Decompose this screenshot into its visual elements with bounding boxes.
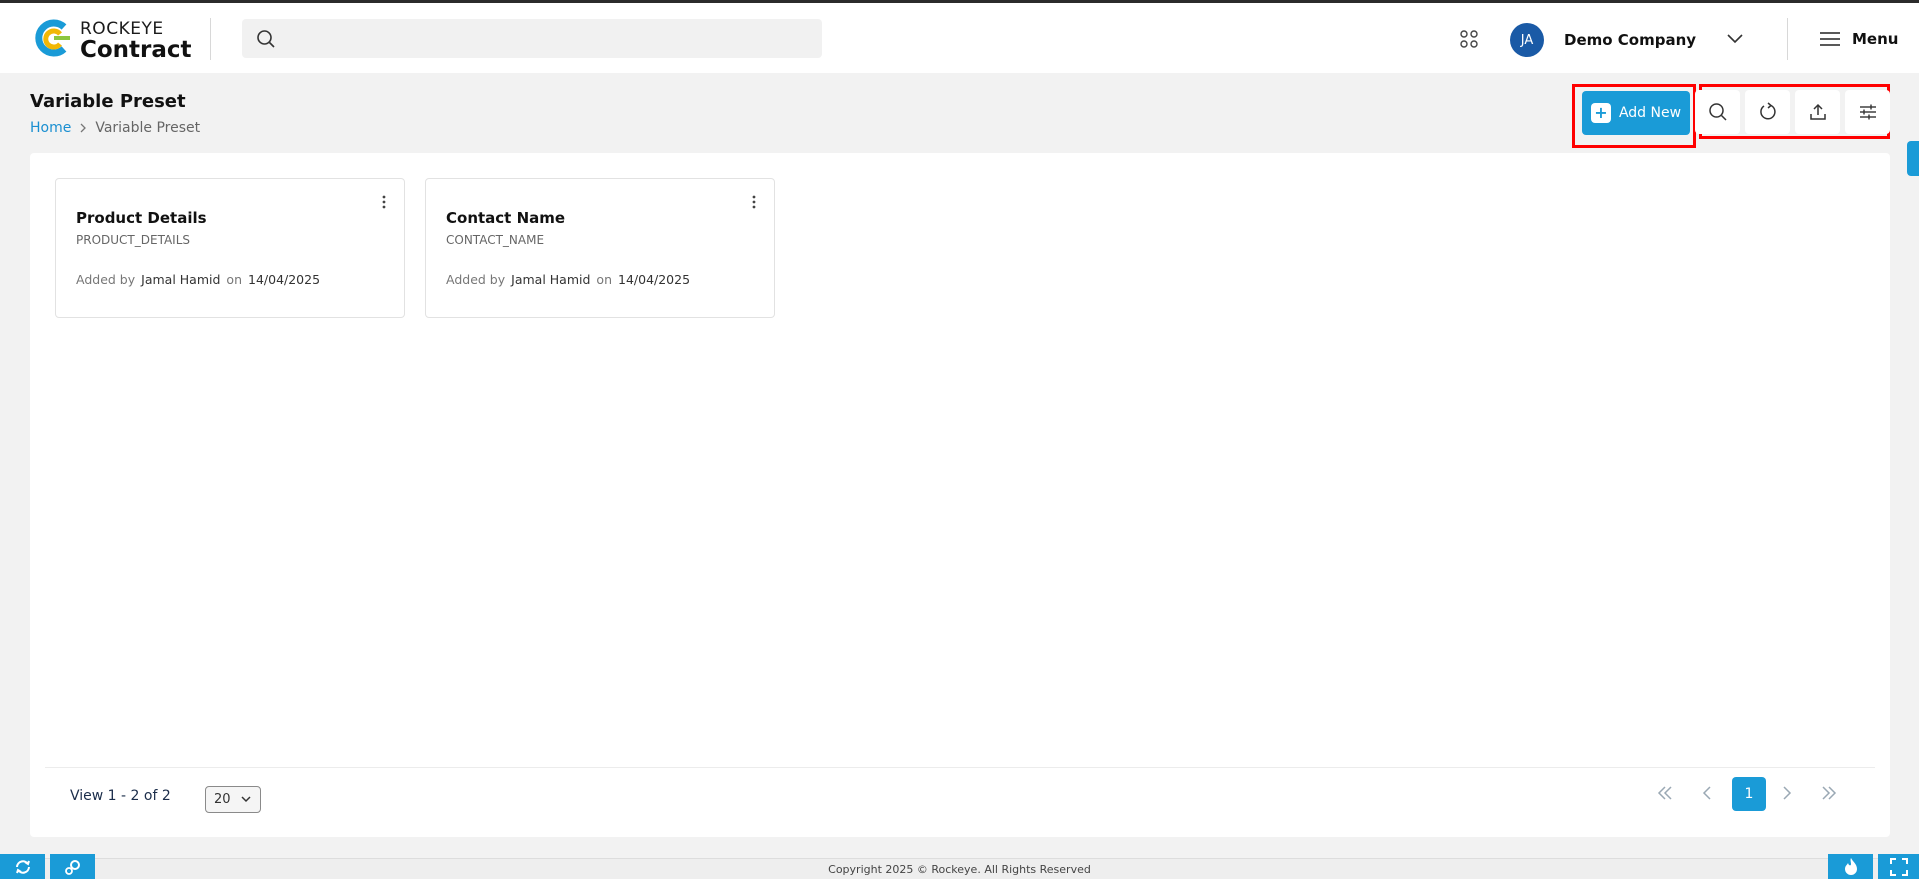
content-panel: Product Details PRODUCT_DETAILS Added by… bbox=[30, 153, 1890, 837]
gear-icon bbox=[64, 859, 80, 875]
card-key: PRODUCT_DETAILS bbox=[76, 233, 191, 247]
brand-name-top: ROCKEYE bbox=[80, 19, 164, 39]
chevron-right-icon bbox=[80, 123, 87, 133]
search-icon bbox=[257, 30, 275, 48]
card-title: Contact Name bbox=[446, 209, 566, 227]
card-title: Product Details bbox=[76, 209, 207, 227]
copyright-text: Copyright 2025 © Rockeye. All Rights Res… bbox=[828, 863, 1091, 876]
page-number-button[interactable]: 1 bbox=[1732, 777, 1766, 811]
page-size-value: 20 bbox=[214, 792, 231, 807]
page-title: Variable Preset bbox=[30, 91, 186, 112]
page-size-select[interactable]: 20 bbox=[205, 786, 261, 813]
next-page-button[interactable] bbox=[1772, 776, 1802, 810]
card-author: Jamal Hamid bbox=[141, 272, 221, 287]
recycle-button[interactable] bbox=[0, 854, 45, 879]
side-panel-tab[interactable] bbox=[1907, 141, 1919, 176]
more-vertical-icon[interactable] bbox=[752, 195, 756, 209]
expand-icon bbox=[1889, 857, 1908, 876]
on-label: on bbox=[596, 272, 612, 287]
breadcrumb-home-link[interactable]: Home bbox=[30, 120, 71, 136]
filter-sliders-icon bbox=[1859, 104, 1876, 120]
filter-button[interactable] bbox=[1845, 90, 1890, 134]
plus-icon: + bbox=[1590, 103, 1611, 123]
chevron-down-icon[interactable] bbox=[1726, 33, 1744, 45]
on-label: on bbox=[226, 272, 242, 287]
apps-grid-icon[interactable] bbox=[1460, 30, 1478, 48]
card-date: 14/04/2025 bbox=[248, 272, 321, 287]
pagination-divider bbox=[45, 767, 1875, 768]
rockeye-logo-icon bbox=[35, 19, 70, 57]
chevrons-left-icon bbox=[1657, 786, 1672, 800]
card-date: 14/04/2025 bbox=[618, 272, 691, 287]
first-page-button[interactable] bbox=[1650, 776, 1680, 810]
menu-button[interactable]: Menu bbox=[1820, 30, 1898, 48]
recycle-icon bbox=[15, 859, 30, 874]
upload-icon bbox=[1809, 103, 1826, 120]
last-page-button[interactable] bbox=[1814, 776, 1844, 810]
breadcrumb-current: Variable Preset bbox=[95, 120, 201, 136]
global-search-input[interactable] bbox=[242, 19, 822, 58]
add-new-button[interactable]: + Add New bbox=[1582, 91, 1690, 135]
menu-label: Menu bbox=[1852, 30, 1899, 48]
added-by-label: Added by bbox=[446, 272, 506, 287]
company-name[interactable]: Demo Company bbox=[1564, 31, 1696, 49]
header-divider bbox=[210, 18, 211, 60]
fullscreen-button[interactable] bbox=[1878, 854, 1919, 879]
flame-icon bbox=[1844, 857, 1857, 875]
view-count: View 1 - 2 of 2 bbox=[70, 788, 171, 804]
more-vertical-icon[interactable] bbox=[382, 195, 386, 209]
added-by-label: Added by bbox=[76, 272, 136, 287]
upload-button[interactable] bbox=[1795, 90, 1840, 134]
hamburger-icon bbox=[1820, 32, 1840, 46]
card-author: Jamal Hamid bbox=[511, 272, 591, 287]
search-icon bbox=[1708, 103, 1727, 121]
footer: Copyright 2025 © Rockeye. All Rights Res… bbox=[0, 858, 1919, 879]
card-meta: Added by Jamal Hamid on 14/04/2025 bbox=[446, 272, 690, 287]
chevron-down-icon bbox=[241, 796, 251, 803]
user-avatar[interactable]: JA bbox=[1510, 23, 1544, 57]
chevron-left-icon bbox=[1702, 786, 1711, 800]
preset-card[interactable]: Contact Name CONTACT_NAME Added by Jamal… bbox=[425, 178, 775, 318]
add-new-label: Add New bbox=[1618, 105, 1682, 121]
settings-button[interactable] bbox=[50, 854, 95, 879]
breadcrumb: Home Variable Preset bbox=[30, 120, 200, 136]
prev-page-button[interactable] bbox=[1692, 776, 1722, 810]
chevrons-right-icon bbox=[1822, 786, 1837, 800]
preset-card[interactable]: Product Details PRODUCT_DETAILS Added by… bbox=[55, 178, 405, 318]
card-meta: Added by Jamal Hamid on 14/04/2025 bbox=[76, 272, 320, 287]
fire-button[interactable] bbox=[1828, 854, 1873, 879]
refresh-icon bbox=[1759, 102, 1776, 120]
card-key: CONTACT_NAME bbox=[446, 233, 545, 247]
chevron-right-icon bbox=[1783, 786, 1792, 800]
refresh-button[interactable] bbox=[1745, 90, 1790, 134]
header-divider bbox=[1787, 18, 1788, 60]
search-button[interactable] bbox=[1695, 90, 1740, 134]
brand-name-bottom: Contract bbox=[80, 37, 192, 63]
app-header: ROCKEYE Contract JA Demo Company Menu bbox=[0, 3, 1919, 73]
